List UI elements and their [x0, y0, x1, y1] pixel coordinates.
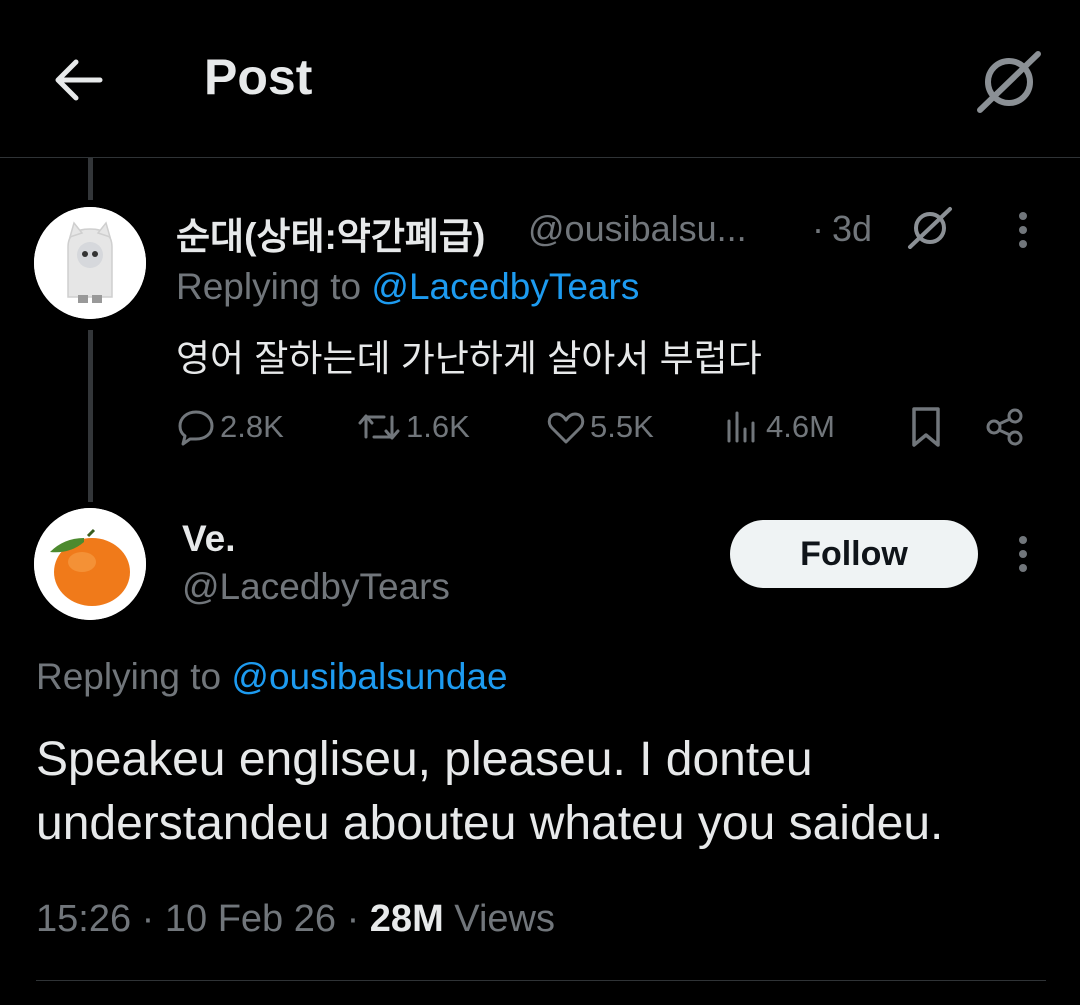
- comment-icon: [178, 410, 214, 446]
- reply-timestamp[interactable]: 3d: [832, 208, 872, 250]
- bookmark-icon: [912, 407, 940, 447]
- back-button[interactable]: [52, 58, 104, 102]
- author-handle[interactable]: @LacedbyTears: [182, 566, 450, 608]
- thread-line: [88, 158, 93, 200]
- more-vertical-icon: [1019, 536, 1027, 572]
- separator-dot: ·: [812, 208, 824, 249]
- replying-to-prefix: Replying to: [36, 656, 222, 697]
- more-vertical-icon: [1019, 212, 1027, 248]
- avatar[interactable]: [34, 508, 146, 620]
- tangerine-avatar-icon: [34, 508, 146, 620]
- views-count: 28M: [369, 898, 444, 940]
- reply-author-handle[interactable]: @ousibalsu...: [528, 208, 747, 250]
- views-label: Views: [454, 898, 555, 940]
- repost-button[interactable]: 1.6K: [356, 402, 470, 452]
- arrow-left-icon: [55, 59, 103, 101]
- reply-button[interactable]: 2.8K: [176, 402, 284, 452]
- separator-dot: ·: [141, 898, 155, 940]
- ghost-cat-avatar-icon: [34, 207, 146, 319]
- avatar[interactable]: [34, 207, 146, 319]
- separator-dot: ·: [346, 898, 360, 940]
- tweet-date[interactable]: 10 Feb 26: [165, 898, 336, 940]
- more-options-button[interactable]: [1010, 210, 1036, 250]
- grok-icon: [908, 207, 952, 249]
- bar-chart-icon: [727, 411, 755, 443]
- bookmark-button[interactable]: [906, 402, 950, 452]
- divider: [36, 980, 1046, 981]
- grok-button[interactable]: [972, 48, 1046, 114]
- follow-button[interactable]: Follow: [730, 520, 978, 588]
- tweet-time[interactable]: 15:26: [36, 898, 131, 940]
- grok-icon: [977, 51, 1041, 113]
- reply-author-name[interactable]: 순대(상태:약간폐급): [176, 206, 485, 260]
- page-title: Post: [204, 49, 313, 105]
- views-count: 4.6M: [766, 409, 835, 444]
- replying-to-link[interactable]: @LacedbyTears: [371, 266, 639, 307]
- author-name[interactable]: Ve.: [182, 518, 236, 560]
- share-button[interactable]: [984, 402, 1030, 452]
- tweet-text: Speakeu engliseu, pleaseu. I donteu unde…: [36, 733, 944, 850]
- views-button[interactable]: 4.6M: [722, 402, 835, 452]
- reply-count: 2.8K: [220, 409, 284, 444]
- grok-button[interactable]: [905, 205, 955, 249]
- repost-icon: [358, 414, 400, 440]
- like-button[interactable]: 5.5K: [546, 402, 654, 452]
- replying-to-prefix: Replying to: [176, 266, 362, 307]
- more-options-button[interactable]: [1010, 534, 1036, 574]
- share-icon: [986, 408, 1023, 446]
- thread-line: [88, 330, 93, 502]
- reply-tweet-text: 영어 잘하는데 가난하게 살아서 부럽다: [176, 338, 762, 379]
- tweet-metadata: 15:26 · 10 Feb 26 · 28M Views: [36, 898, 555, 941]
- replying-to: Replying to @ousibalsundae: [36, 656, 508, 698]
- header-divider: [0, 157, 1080, 158]
- replying-to: Replying to @LacedbyTears: [176, 266, 639, 308]
- repost-count: 1.6K: [406, 409, 470, 444]
- heart-icon: [547, 412, 585, 444]
- like-count: 5.5K: [590, 409, 654, 444]
- replying-to-link[interactable]: @ousibalsundae: [231, 656, 507, 697]
